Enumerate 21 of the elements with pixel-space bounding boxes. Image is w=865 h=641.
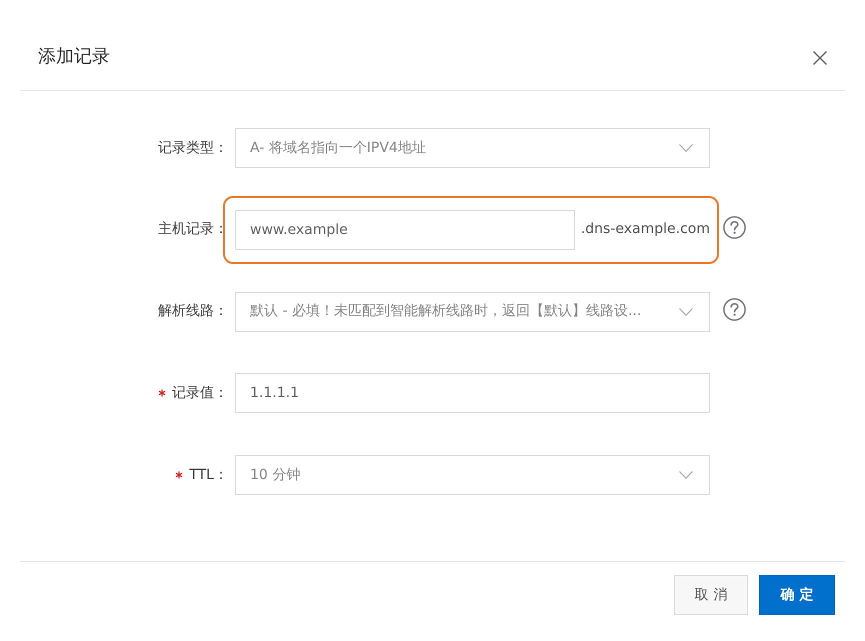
- domain-suffix: .dns-example.com: [580, 220, 710, 240]
- input-field[interactable]: www.example: [235, 210, 575, 250]
- chevron-down-icon: [679, 144, 693, 152]
- dropdown-field[interactable]: 10 分钟: [235, 455, 710, 495]
- chevron-down-icon: [679, 308, 693, 316]
- close-button[interactable]: [812, 50, 828, 66]
- cancel-button[interactable]: 取消: [674, 575, 748, 615]
- input-field[interactable]: 1.1.1.1: [235, 373, 710, 414]
- field-label: 解析线路：: [158, 302, 228, 321]
- help-icon[interactable]: [723, 298, 746, 321]
- field-label: 记录值：: [172, 384, 228, 403]
- dropdown-field[interactable]: A- 将域名指向一个IPV4地址: [235, 128, 710, 168]
- dropdown-field[interactable]: 默认 - 必填！未匹配到智能解析线路时，返回【默认】线路设...: [235, 292, 710, 332]
- chevron-down-icon: [679, 471, 693, 479]
- close-icon: [812, 50, 828, 66]
- confirm-button[interactable]: 确定: [759, 575, 835, 615]
- dialog-title: 添加记录: [38, 45, 110, 69]
- help-icon[interactable]: [723, 216, 746, 240]
- field-label: TTL：: [189, 466, 228, 484]
- field-label: 主机记录：: [158, 220, 228, 240]
- field-label: 记录类型：: [158, 138, 228, 158]
